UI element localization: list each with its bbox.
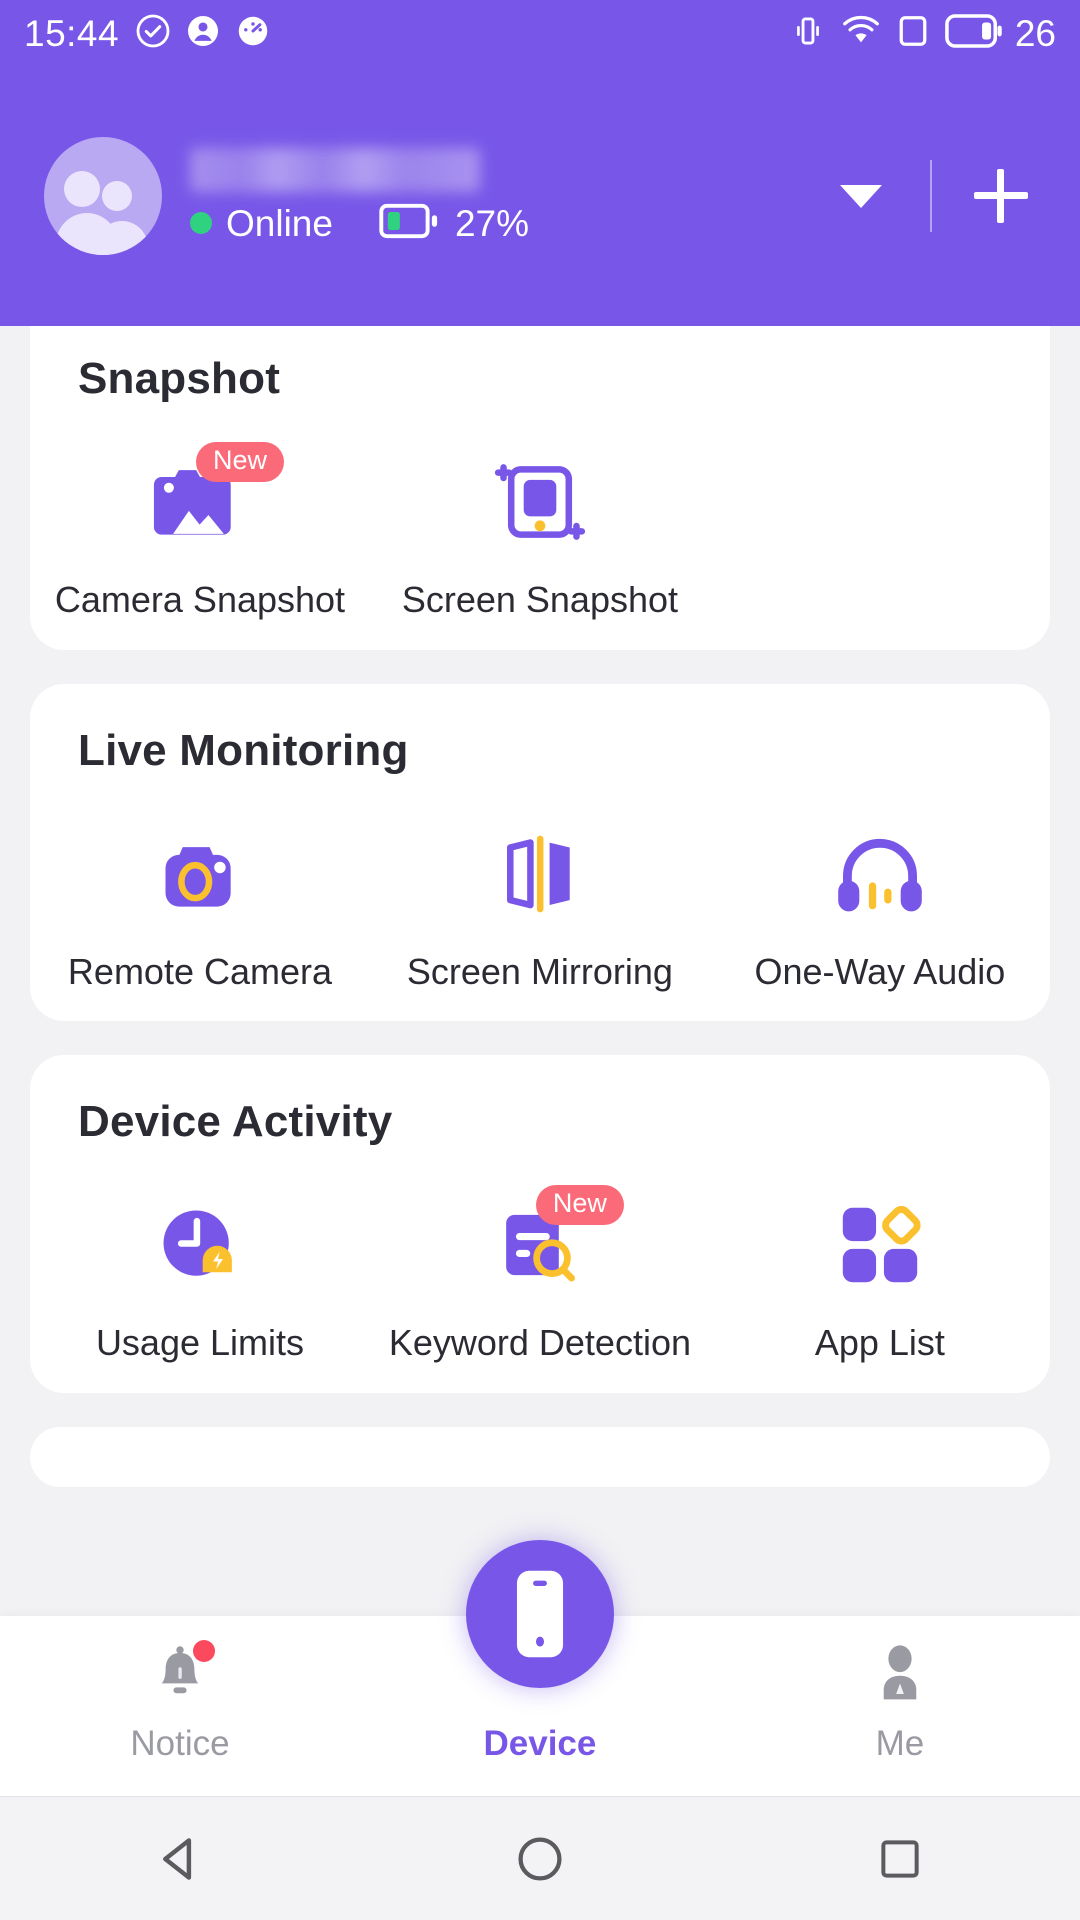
android-nav-bar <box>0 1796 1080 1920</box>
check-circle-icon <box>135 13 171 54</box>
tab-label: Me <box>875 1724 925 1763</box>
section-card-partial-next <box>30 1426 1050 1487</box>
device-switch-button[interactable] <box>826 161 896 231</box>
wifi-icon <box>841 14 881 53</box>
app-root: 15:44 26 Online 27% Snapshot New Camera … <box>0 0 1080 1920</box>
device-tab-fab[interactable] <box>466 1540 614 1688</box>
feature-label: Screen Snapshot <box>401 579 679 620</box>
section-grid: Usage Limits New Keyword Detection App L… <box>30 1147 1050 1363</box>
feature-label: Screen Mirroring <box>406 950 673 992</box>
feature-screen-snapshot[interactable]: Screen Snapshot <box>370 450 710 620</box>
device-battery-percent: 27% <box>454 202 530 244</box>
battery-icon <box>945 13 1003 53</box>
feature-one-way-audio[interactable]: One-Way Audio <box>710 822 1050 992</box>
online-status-dot <box>190 212 212 234</box>
account-icon <box>185 13 221 54</box>
screen-snapshot-icon <box>480 450 600 554</box>
feature-keyword-detection[interactable]: New Keyword Detection <box>370 1185 710 1364</box>
tab-label: Device <box>483 1724 597 1763</box>
triangle-back-icon <box>163 1837 192 1880</box>
remote-camera-icon <box>140 822 260 926</box>
device-name-redacted <box>190 147 480 192</box>
tab-me[interactable]: Me <box>720 1616 1080 1761</box>
device-info: Online 27% <box>190 147 529 245</box>
section-card-snapshot: Snapshot New Camera Snapshot Screen Snap… <box>30 326 1050 650</box>
add-device-button[interactable] <box>966 161 1036 231</box>
section-title: Device Activity <box>78 1097 393 1147</box>
notice-badge-dot <box>192 1640 215 1662</box>
feature-app-list[interactable]: App List <box>710 1193 1050 1363</box>
vibrate-icon <box>791 14 825 53</box>
new-badge: New <box>535 1185 624 1225</box>
tab-label: Notice <box>130 1724 230 1763</box>
status-bar-time: 15:44 <box>24 12 120 54</box>
feature-remote-camera[interactable]: Remote Camera <box>30 822 370 992</box>
section-card-device-activity: Device Activity Usage Limits New Keyword… <box>30 1055 1050 1393</box>
status-bar-left-icons <box>135 13 271 54</box>
header-divider <box>930 160 932 232</box>
status-bar-battery-level: 26 <box>1014 12 1056 54</box>
feature-placeholder <box>710 450 1050 620</box>
section-grid: New Camera Snapshot Screen Snapshot <box>30 404 1050 620</box>
feature-label: Usage Limits <box>95 1322 305 1364</box>
section-title: Snapshot <box>78 354 281 403</box>
avatar[interactable] <box>44 137 162 255</box>
square-recents-icon <box>881 1839 919 1878</box>
speedometer-icon <box>235 13 271 54</box>
section-title: Live Monitoring <box>78 725 409 775</box>
camera-snapshot-icon: New <box>140 442 284 554</box>
device-battery: 27% <box>379 202 529 245</box>
header-actions <box>826 160 1036 232</box>
headphones-icon <box>820 822 940 926</box>
section-grid: Remote Camera Screen Mirroring One-Way A… <box>30 776 1050 992</box>
feature-camera-snapshot[interactable]: New Camera Snapshot <box>30 442 370 620</box>
person-icon <box>863 1638 937 1712</box>
feature-label: Keyword Detection <box>388 1322 691 1364</box>
nav-home-button[interactable] <box>360 1831 720 1887</box>
app-list-icon <box>820 1193 940 1297</box>
feature-screen-mirroring[interactable]: Screen Mirroring <box>370 822 710 992</box>
new-badge: New <box>195 442 284 482</box>
feature-label: One-Way Audio <box>754 950 1006 992</box>
feature-label: App List <box>814 1322 945 1364</box>
phone-icon <box>516 1570 564 1658</box>
status-bar: 15:44 26 <box>0 0 1080 66</box>
feature-label: Remote Camera <box>67 950 333 992</box>
chevron-down-icon <box>840 184 882 208</box>
device-status-row: Online 27% <box>190 202 529 245</box>
bell-icon <box>143 1638 217 1712</box>
section-card-live-monitoring: Live Monitoring Remote Camera Screen Mir… <box>30 683 1050 1022</box>
online-status-label: Online <box>226 202 333 244</box>
device-battery-icon <box>379 202 441 245</box>
tab-notice[interactable]: Notice <box>0 1616 360 1761</box>
main-content[interactable]: Snapshot New Camera Snapshot Screen Snap… <box>0 326 1080 1596</box>
status-bar-right-icons: 26 <box>791 12 1056 54</box>
usage-limits-icon <box>140 1193 260 1297</box>
screen-mirroring-icon <box>480 822 600 926</box>
feature-usage-limits[interactable]: Usage Limits <box>30 1193 370 1363</box>
device-header: Online 27% <box>0 66 1080 326</box>
keyword-detection-icon: New <box>480 1185 624 1297</box>
circle-home-icon <box>518 1836 562 1881</box>
feature-label: Camera Snapshot <box>54 579 346 620</box>
sim-card-icon <box>897 14 929 53</box>
nav-back-button[interactable] <box>0 1830 360 1888</box>
nav-recents-button[interactable] <box>720 1833 1080 1885</box>
